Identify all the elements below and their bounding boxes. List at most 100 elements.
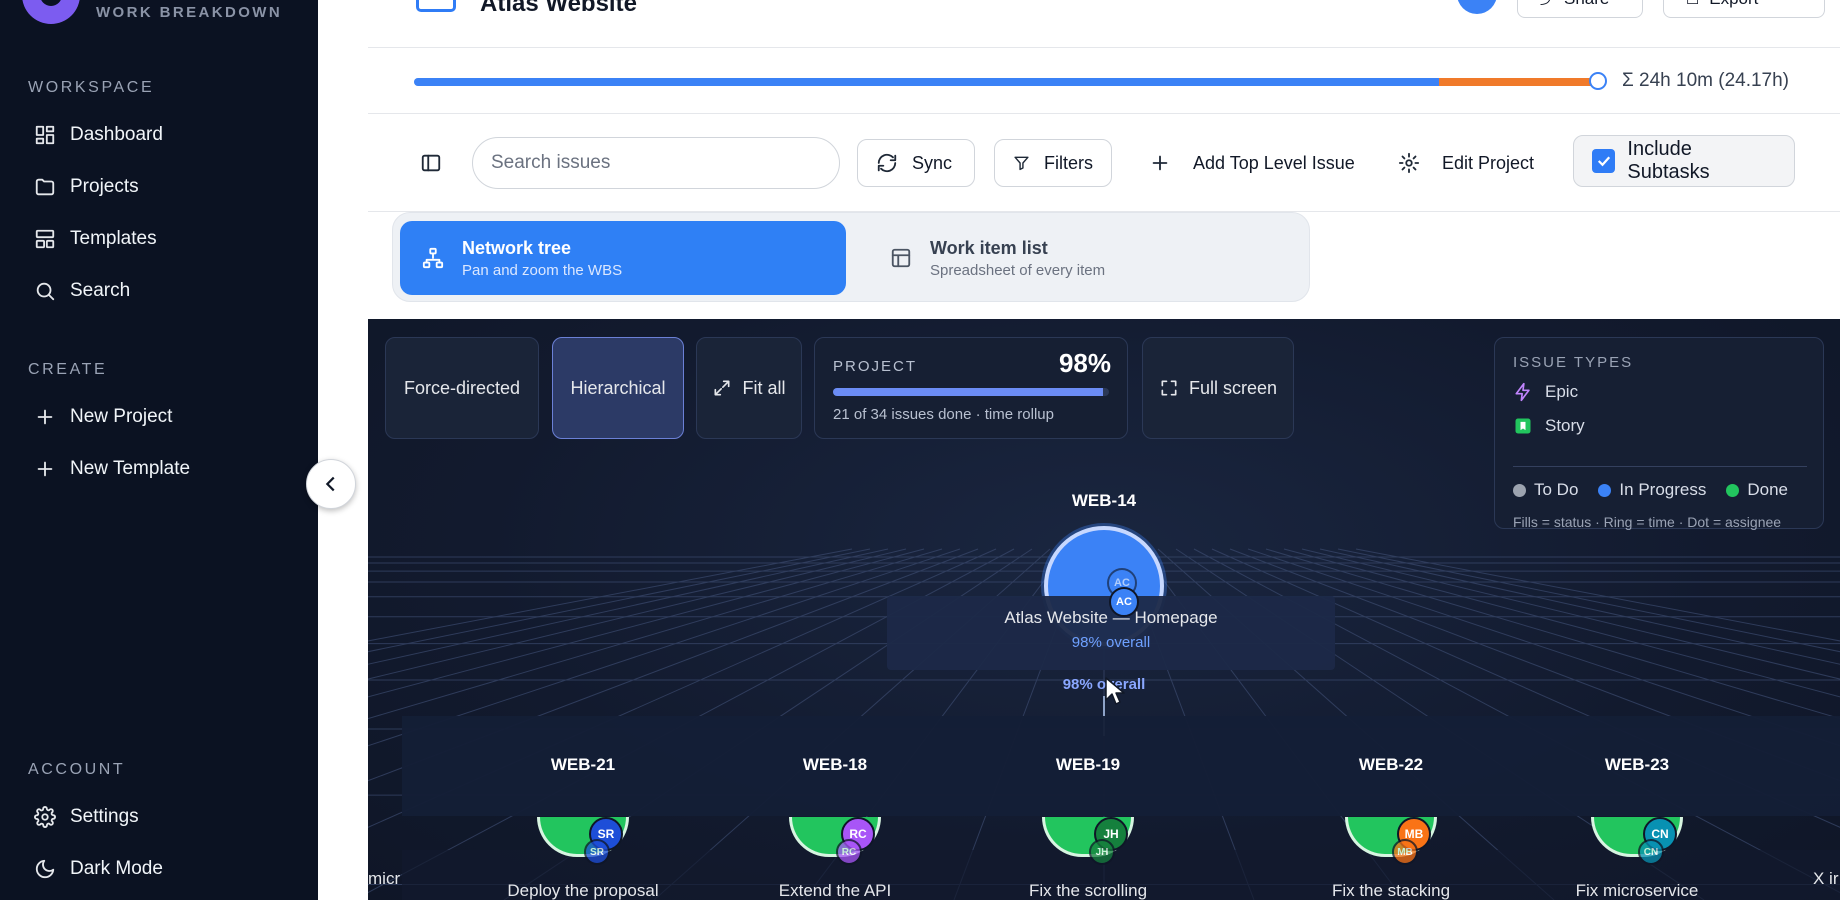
sync-label: Sync bbox=[912, 152, 953, 173]
in-progress-dot bbox=[1598, 483, 1612, 497]
child-node-label: Fix the scrolling bbox=[1028, 881, 1148, 900]
avatar[interactable] bbox=[1457, 0, 1497, 14]
hierarchical-label: Hierarchical bbox=[570, 377, 666, 398]
main-content: Atlas Website ⤴ Share ▭ Export Σ 24h 10m… bbox=[368, 0, 1840, 900]
progress-handle[interactable] bbox=[1589, 72, 1607, 90]
project-icon bbox=[416, 0, 456, 12]
sidebar-item-templates[interactable]: Templates bbox=[34, 224, 157, 254]
sync-button[interactable]: Sync bbox=[857, 139, 975, 187]
sidebar-item-label: New Project bbox=[70, 406, 173, 427]
tooltip-subtitle: 98% overall bbox=[1071, 634, 1151, 651]
child-node-id: WEB-21 bbox=[550, 755, 616, 774]
fit-all-button[interactable]: Fit all bbox=[696, 337, 802, 439]
lightning-icon bbox=[1515, 382, 1530, 402]
brand-subtitle: WORK BREAKDOWN bbox=[96, 3, 283, 21]
filters-button[interactable]: Filters bbox=[994, 139, 1112, 187]
sidebar-item-dark-mode[interactable]: Dark Mode bbox=[34, 854, 163, 884]
share-button[interactable]: ⤴ Share bbox=[1517, 0, 1643, 18]
sidebar-item-label: Settings bbox=[70, 806, 139, 827]
plus-icon bbox=[1152, 155, 1168, 171]
tab-network-tree[interactable]: Network tree Pan and zoom the WBS bbox=[400, 221, 846, 295]
full-screen-button[interactable]: Full screen bbox=[1142, 337, 1294, 439]
assignee-avatar-ghost: SR bbox=[584, 839, 610, 865]
create-section-label: CREATE bbox=[28, 361, 108, 378]
child-node-id: WEB-19 bbox=[1055, 755, 1121, 774]
legend-story: Story bbox=[1513, 416, 1585, 436]
search-input[interactable] bbox=[472, 137, 840, 189]
legend-todo-label: To Do bbox=[1534, 480, 1579, 499]
export-button[interactable]: ▭ Export bbox=[1663, 0, 1825, 18]
child-node-id: WEB-18 bbox=[802, 755, 868, 774]
gear-icon bbox=[1398, 152, 1420, 174]
brand: WORK BREAKDOWN bbox=[22, 0, 282, 24]
assignee-avatar-ghost: CN bbox=[1638, 839, 1664, 865]
panel-icon bbox=[421, 154, 441, 172]
progress-done-fill bbox=[414, 78, 1439, 86]
project-header: Atlas Website ⤴ Share ▭ Export bbox=[368, 0, 1840, 48]
force-directed-label: Force-directed bbox=[403, 377, 521, 398]
time-progress-bar bbox=[414, 78, 1598, 86]
view-switcher: Network tree Pan and zoom the WBS Work i… bbox=[392, 212, 1310, 302]
export-icon: ▭ bbox=[1686, 0, 1700, 8]
filter-icon bbox=[1014, 156, 1029, 171]
done-dot bbox=[1726, 483, 1740, 497]
legend-hint: Fills = status · Ring = time · Dot = ass… bbox=[1513, 514, 1782, 530]
tab-work-item-list[interactable]: Work item list Spreadsheet of every item bbox=[868, 221, 1298, 295]
full-screen-label: Full screen bbox=[1188, 377, 1278, 398]
sync-icon bbox=[877, 153, 897, 173]
legend-epic: Epic bbox=[1513, 382, 1578, 402]
legend-done-label: Done bbox=[1747, 480, 1788, 499]
brand-logo-icon bbox=[22, 0, 80, 24]
edit-project-button[interactable]: Edit Project bbox=[1398, 139, 1534, 187]
sidebar-item-search[interactable]: Search bbox=[34, 276, 130, 306]
sidebar-item-new-template[interactable]: New Template bbox=[34, 454, 190, 484]
project-summary: 21 of 34 issues done · time rollup bbox=[833, 406, 1054, 423]
hierarchical-layout-button[interactable]: Hierarchical bbox=[552, 337, 684, 439]
sidebar-item-settings[interactable]: Settings bbox=[34, 802, 139, 832]
mouse-cursor-icon bbox=[1105, 677, 1125, 705]
child-node-id: WEB-23 bbox=[1604, 755, 1670, 774]
time-total: Σ 24h 10m (24.17h) bbox=[1622, 70, 1790, 91]
plus-icon bbox=[37, 461, 53, 477]
sidebar-item-label: Search bbox=[70, 280, 131, 301]
tab-title: Network tree bbox=[462, 237, 572, 258]
sidebar-item-label: Templates bbox=[70, 228, 157, 249]
legend-title: ISSUE TYPES bbox=[1513, 354, 1634, 371]
share-icon: ⤴ bbox=[1540, 0, 1554, 9]
share-label: Share bbox=[1564, 0, 1609, 9]
progress-overrun-fill bbox=[1439, 78, 1598, 86]
child-node-id: WEB-22 bbox=[1358, 755, 1424, 774]
root-assignee-avatar: AC bbox=[1109, 587, 1139, 617]
moon-icon bbox=[35, 859, 55, 879]
expand-icon bbox=[714, 380, 730, 396]
sidebar-item-label: New Template bbox=[70, 458, 191, 479]
todo-dot bbox=[1513, 483, 1526, 497]
toolbar: Sync Filters Add Top Level Issue Edit Pr… bbox=[368, 114, 1840, 212]
root-node-id: WEB-14 bbox=[1071, 491, 1137, 510]
collapse-sidebar-button[interactable] bbox=[306, 459, 356, 509]
table-icon bbox=[891, 248, 911, 268]
include-subtasks-toggle[interactable]: Include Subtasks bbox=[1573, 135, 1795, 187]
sidebar-item-new-project[interactable]: New Project bbox=[34, 402, 172, 432]
check-icon bbox=[1597, 156, 1610, 167]
toggle-panel-button[interactable] bbox=[420, 152, 442, 174]
offscreen-node-label-left: micr bbox=[368, 869, 401, 888]
legend-panel: ISSUE TYPES Epic Story To Do In Progress… bbox=[1494, 337, 1824, 530]
legend-in-progress-label: In Progress bbox=[1619, 480, 1707, 499]
sidebar-item-dashboard[interactable]: Dashboard bbox=[34, 120, 163, 150]
chevron-left-icon bbox=[325, 476, 335, 492]
force-directed-layout-button[interactable]: Force-directed bbox=[385, 337, 539, 439]
legend-statuses: To Do In Progress Done bbox=[1513, 480, 1788, 500]
tab-title: Work item list bbox=[930, 237, 1048, 258]
assignee-avatar-ghost: MB bbox=[1392, 839, 1418, 865]
bookmark-icon bbox=[1515, 418, 1531, 434]
tab-subtitle: Pan and zoom the WBS bbox=[462, 261, 623, 279]
wbs-canvas[interactable]: Force-directed Hierarchical Fit all PROJ… bbox=[368, 319, 1840, 900]
assignee-avatar-ghost: JH bbox=[1089, 839, 1115, 865]
include-subtasks-checkbox[interactable] bbox=[1592, 149, 1616, 173]
plus-icon bbox=[37, 409, 53, 425]
child-node-label: Fix the stacking bbox=[1331, 881, 1451, 900]
add-top-level-issue-button[interactable]: Add Top Level Issue bbox=[1149, 139, 1355, 187]
sidebar-item-label: Projects bbox=[70, 176, 139, 197]
sidebar-item-projects[interactable]: Projects bbox=[34, 172, 139, 202]
